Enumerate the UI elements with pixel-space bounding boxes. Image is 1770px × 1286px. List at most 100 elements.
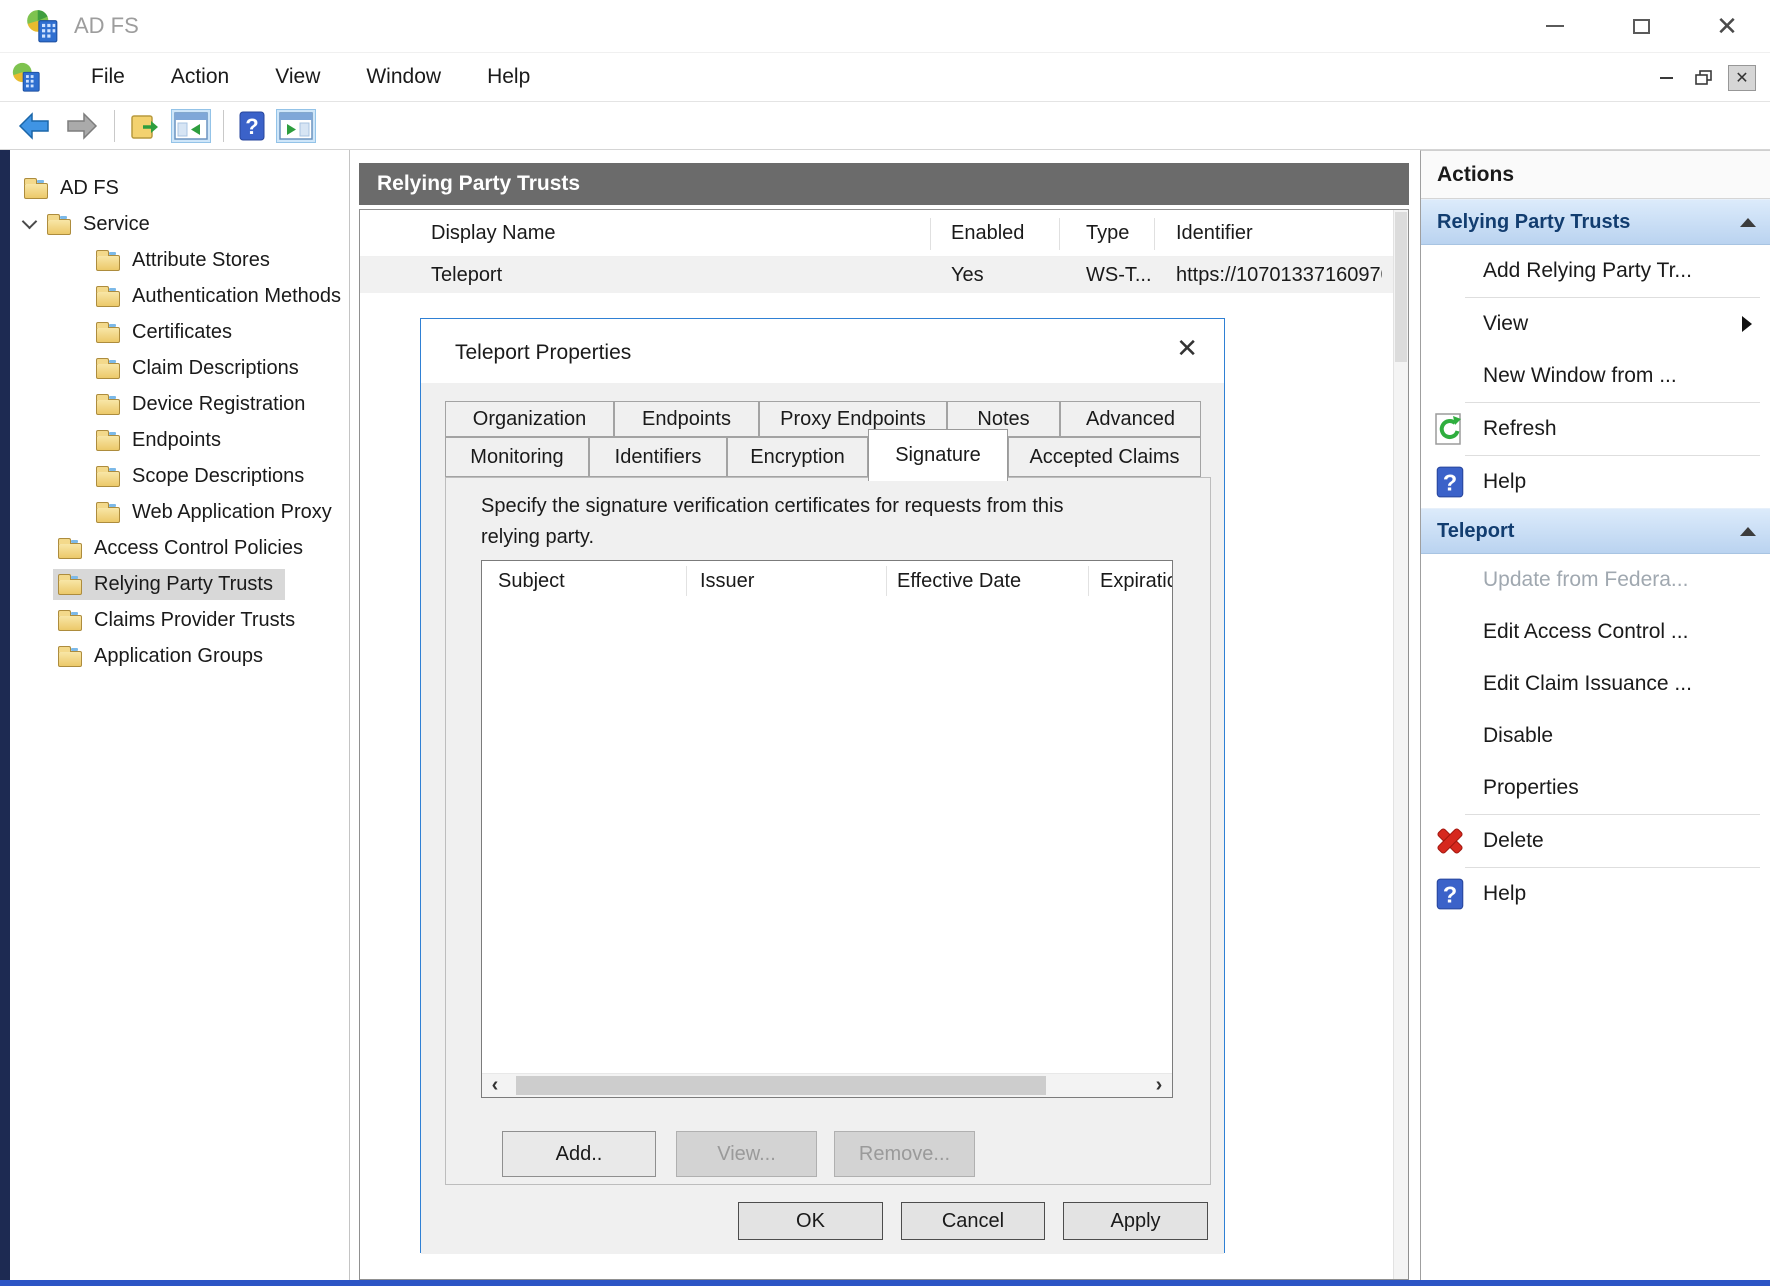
tab-organization[interactable]: Organization [445, 401, 614, 437]
child-restore-button[interactable] [1690, 65, 1718, 91]
cert-table-horizontal-scrollbar[interactable]: ‹ › [482, 1073, 1172, 1097]
child-close-button[interactable]: ✕ [1728, 65, 1756, 91]
list-vertical-scrollbar[interactable] [1393, 210, 1408, 1279]
close-button[interactable]: ✕ [1684, 0, 1770, 52]
menu-view[interactable]: View [252, 57, 343, 97]
tree-node-relying-party-trusts[interactable]: Relying Party Trusts [10, 566, 349, 602]
tree-node-access-control-policies[interactable]: Access Control Policies [10, 530, 349, 566]
cancel-button[interactable]: Cancel [901, 1202, 1045, 1240]
column-header-type[interactable]: Type [1086, 210, 1129, 256]
column-header-identifier[interactable]: Identifier [1176, 210, 1253, 256]
section-header-relying-party-trusts[interactable]: Relying Party Trusts [1421, 199, 1770, 245]
tab-advanced[interactable]: Advanced [1060, 401, 1201, 437]
menu-window[interactable]: Window [343, 57, 464, 97]
tree-node-adfs[interactable]: AD FS [10, 170, 349, 206]
tree-node-certificates[interactable]: Certificates [10, 314, 349, 350]
minimize-button[interactable] [1512, 0, 1598, 52]
refresh-icon [1433, 412, 1467, 446]
chevron-down-icon[interactable] [22, 213, 38, 229]
scroll-left-arrow[interactable]: ‹ [482, 1074, 508, 1097]
tree-node-attribute-stores[interactable]: Attribute Stores [10, 242, 349, 278]
child-minimize-button[interactable] [1652, 65, 1680, 91]
forward-button[interactable] [62, 109, 102, 143]
tab-encryption[interactable]: Encryption [727, 437, 868, 477]
toolbar: ? [0, 102, 1770, 150]
tab-monitoring[interactable]: Monitoring [445, 437, 589, 477]
action-delete[interactable]: Delete [1421, 815, 1770, 867]
certificates-table[interactable]: Subject Issuer Effective Date Expiration… [481, 560, 1173, 1098]
column-divider[interactable] [1154, 218, 1155, 250]
menu-file[interactable]: File [68, 57, 148, 97]
cert-column-expiration[interactable]: Expiration [1100, 561, 1173, 601]
tab-identifiers[interactable]: Identifiers [589, 437, 727, 477]
export-list-button[interactable] [127, 108, 163, 144]
delete-x-icon [1433, 824, 1467, 858]
cert-column-subject[interactable]: Subject [498, 561, 565, 601]
column-header-enabled[interactable]: Enabled [951, 210, 1024, 256]
action-edit-access-control[interactable]: Edit Access Control ... [1421, 606, 1770, 658]
maximize-button[interactable] [1598, 0, 1684, 52]
column-divider[interactable] [1059, 218, 1060, 250]
column-divider[interactable] [1088, 566, 1089, 596]
back-button[interactable] [14, 109, 54, 143]
action-refresh[interactable]: Refresh [1421, 403, 1770, 455]
close-icon: ✕ [1716, 13, 1738, 39]
action-add-relying-party-trust[interactable]: Add Relying Party Tr... [1421, 245, 1770, 297]
show-console-tree-button[interactable] [171, 109, 211, 143]
results-pane-title: Relying Party Trusts [377, 172, 580, 196]
action-disable[interactable]: Disable [1421, 710, 1770, 762]
tree-node-claim-descriptions[interactable]: Claim Descriptions [10, 350, 349, 386]
tree-node-application-groups[interactable]: Application Groups [10, 638, 349, 674]
tab-signature[interactable]: Signature [868, 429, 1008, 481]
collapse-triangle-icon[interactable] [1740, 527, 1756, 536]
folder-icon [96, 255, 120, 271]
teleport-properties-dialog: Teleport Properties ✕ Organization Endpo… [420, 318, 1225, 1253]
action-edit-claim-issuance[interactable]: Edit Claim Issuance ... [1421, 658, 1770, 710]
tree-node-web-application-proxy[interactable]: Web Application Proxy [10, 494, 349, 530]
table-row-teleport[interactable]: Teleport Yes WS-T... https://10701337160… [360, 257, 1393, 293]
action-view[interactable]: View [1421, 298, 1770, 350]
signature-description: Specify the signature verification certi… [481, 491, 1121, 553]
column-header-display-name[interactable]: Display Name [431, 210, 555, 256]
folder-icon [96, 399, 120, 415]
svg-text:?: ? [1443, 470, 1457, 496]
ok-button[interactable]: OK [738, 1202, 883, 1240]
window-left-edge [0, 150, 10, 1286]
folder-icon [96, 507, 120, 523]
scrollbar-thumb[interactable] [516, 1076, 1046, 1095]
tree-node-endpoints[interactable]: Endpoints [10, 422, 349, 458]
tree-node-scope-descriptions[interactable]: Scope Descriptions [10, 458, 349, 494]
dialog-close-button[interactable]: ✕ [1176, 335, 1198, 361]
tree-node-authentication-methods[interactable]: Authentication Methods [10, 278, 349, 314]
view-button: View... [676, 1131, 817, 1177]
add-button[interactable]: Add.. [502, 1131, 656, 1177]
column-divider[interactable] [686, 566, 687, 596]
tree-node-device-registration[interactable]: Device Registration [10, 386, 349, 422]
folder-icon [96, 435, 120, 451]
action-help-rpt[interactable]: ? Help [1421, 456, 1770, 508]
tab-accepted-claims[interactable]: Accepted Claims [1008, 437, 1201, 477]
scroll-right-arrow[interactable]: › [1146, 1074, 1172, 1097]
cert-column-issuer[interactable]: Issuer [700, 561, 754, 601]
scrollbar-thumb[interactable] [1395, 212, 1407, 362]
svg-text:?: ? [1443, 882, 1457, 908]
tree-node-claims-provider-trusts[interactable]: Claims Provider Trusts [10, 602, 349, 638]
action-new-window[interactable]: New Window from ... [1421, 350, 1770, 402]
column-divider[interactable] [886, 566, 887, 596]
action-help-teleport[interactable]: ? Help [1421, 868, 1770, 920]
tree-node-service[interactable]: Service [10, 206, 349, 242]
apply-button[interactable]: Apply [1063, 1202, 1208, 1240]
action-properties[interactable]: Properties [1421, 762, 1770, 814]
export-list-icon [129, 110, 161, 142]
tab-endpoints[interactable]: Endpoints [614, 401, 759, 437]
section-header-teleport[interactable]: Teleport [1421, 508, 1770, 554]
menu-action[interactable]: Action [148, 57, 252, 97]
menu-help[interactable]: Help [464, 57, 553, 97]
cert-column-effective-date[interactable]: Effective Date [897, 561, 1021, 601]
help-toolbar-button[interactable]: ? [236, 108, 268, 144]
cell-identifier: https://10701337160970 [1176, 257, 1382, 293]
show-action-pane-button[interactable] [276, 109, 316, 143]
submenu-arrow-icon [1742, 316, 1752, 332]
collapse-triangle-icon[interactable] [1740, 218, 1756, 227]
column-divider[interactable] [930, 218, 931, 250]
